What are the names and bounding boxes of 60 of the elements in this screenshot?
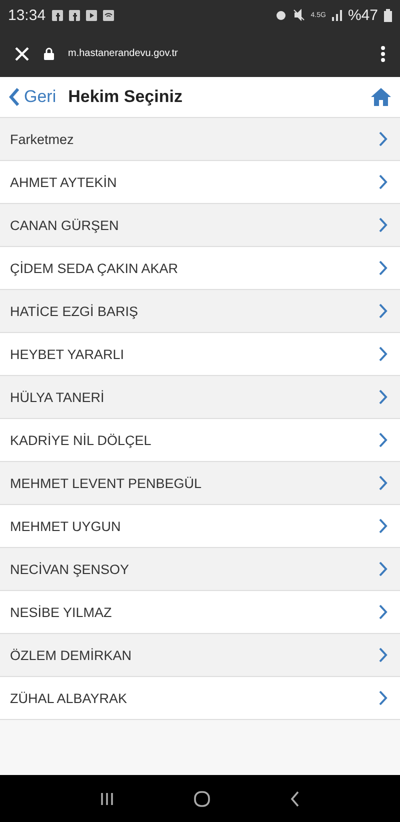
status-time: 13:34 [8,6,46,24]
recent-apps-icon[interactable] [100,792,114,806]
doctor-row[interactable]: ZÜHAL ALBAYRAK [0,677,400,720]
home-button-icon[interactable] [194,790,210,806]
doctor-name: ZÜHAL ALBAYRAK [10,690,128,706]
chevron-right-icon [378,260,388,276]
doctor-row[interactable]: MEHMET UYGUN [0,505,400,548]
doctor-name: AHMET AYTEKİN [10,174,118,190]
mute-icon [292,9,305,21]
doctor-name: ÖZLEM DEMİRKAN [10,648,133,662]
menu-icon[interactable] [380,44,386,62]
doctor-name: HATİCE EZGİ BARIŞ [10,304,140,318]
chevron-right-icon [378,561,388,577]
doctor-row[interactable]: ÖZLEM DEMİRKAN [0,634,400,677]
doctor-row[interactable]: MEHMET LEVENT PENBEGÜL [0,462,400,505]
close-icon[interactable] [14,46,30,62]
lock-icon [44,47,54,60]
doctor-row[interactable]: KADRİYE NİL DÖLÇEL [0,419,400,462]
doctor-row[interactable]: HATİCE EZGİ BARIŞ [0,290,400,333]
battery-icon [384,8,392,22]
doctor-row[interactable]: AHMET AYTEKİN [0,161,400,204]
chevron-right-icon [378,604,388,620]
chevron-right-icon [378,217,388,233]
doctor-name: NECİVAN ŞENSOY [10,562,130,576]
chevron-right-icon [378,389,388,405]
home-icon[interactable] [370,87,392,107]
wifi-icon [102,10,114,20]
battery-percent: %47 [348,6,378,24]
page-title: Hekim Seçiniz [68,87,184,107]
doctor-name: MEHMET UYGUN [10,518,122,534]
doctor-name: HÜLYA TANERİ [10,390,106,404]
chevron-right-icon [378,303,388,319]
chevron-right-icon [378,432,388,448]
doctor-name: Farketmez [10,132,75,146]
doctor-row[interactable]: HÜLYA TANERİ [0,376,400,419]
doctor-name: KADRİYE NİL DÖLÇEL [10,432,152,448]
chevron-left-icon [8,87,20,107]
doctor-name: ÇİDEM SEDA ÇAKIN AKAR [10,260,180,276]
chevron-right-icon [378,131,388,147]
doctor-row[interactable]: CANAN GÜRŞEN [0,204,400,247]
url-text[interactable]: m.hastanerandevu.gov.tr [68,48,366,59]
doctor-row[interactable]: ÇİDEM SEDA ÇAKIN AKAR [0,247,400,290]
back-link[interactable]: Geri [8,87,56,107]
chevron-right-icon [378,690,388,706]
signal-icon [332,10,342,20]
chevron-right-icon [378,475,388,491]
doctor-row[interactable]: HEYBET YARARLI [0,333,400,376]
back-icon[interactable] [290,790,300,806]
chevron-right-icon [378,174,388,190]
doctor-row[interactable]: NESİBE YILMAZ [0,591,400,634]
chevron-right-icon [378,518,388,534]
doctor-name: NESİBE YILMAZ [10,604,113,620]
chevron-right-icon [378,647,388,663]
doctor-name: HEYBET YARARLI [10,346,126,362]
video-icon [86,10,97,20]
doctor-name: MEHMET LEVENT PENBEGÜL [10,476,203,490]
doctor-name: CANAN GÜRŞEN [10,218,120,232]
doctor-row[interactable]: Farketmez [0,118,400,161]
doctor-row[interactable]: NECİVAN ŞENSOY [0,548,400,591]
chevron-right-icon [378,346,388,362]
